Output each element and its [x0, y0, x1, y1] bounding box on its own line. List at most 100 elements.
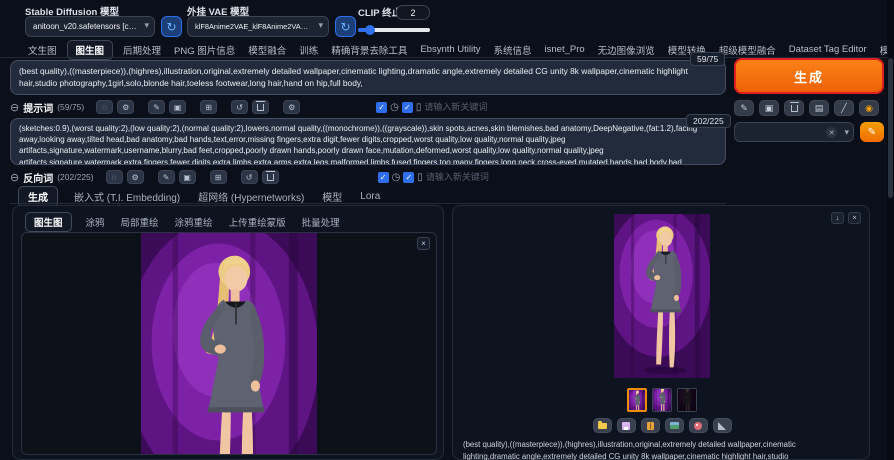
style-palette-button[interactable]: ◉ — [859, 100, 879, 116]
edit-image-button[interactable]: ✎ — [158, 170, 175, 184]
close-icon: × — [852, 215, 856, 222]
tab-train[interactable]: 训练 — [296, 41, 321, 59]
negative-label-counter: (202/225) — [57, 172, 93, 182]
slider-handle[interactable] — [365, 25, 375, 35]
new-keyword-input[interactable] — [426, 172, 521, 182]
clear-prompt-button[interactable] — [784, 100, 804, 116]
read-params-button[interactable]: ✎ — [734, 100, 754, 116]
thumbnail-image — [678, 389, 696, 412]
download-image-button[interactable]: ↓ — [831, 212, 844, 224]
save-preset-button[interactable]: ▣ — [179, 170, 196, 184]
grid-button[interactable]: ⊞ — [210, 170, 227, 184]
save-image-button[interactable] — [617, 418, 636, 433]
grid-button[interactable]: ⊞ — [200, 100, 217, 114]
copy-button[interactable]: ◌ — [96, 100, 113, 114]
tab-png-info[interactable]: PNG 图片信息 — [171, 41, 238, 59]
style-select[interactable]: ✕ ▾ — [734, 122, 854, 142]
vae-select[interactable]: klF8Anime2VAE_klF8Anime2VAE.safetensors … — [187, 16, 329, 37]
palette-icon: ◉ — [865, 103, 873, 114]
save-icon — [622, 422, 630, 430]
brush-button[interactable]: ╱ — [834, 100, 854, 116]
page-scrollbar[interactable] — [887, 0, 894, 460]
new-keyword-input[interactable] — [424, 102, 519, 112]
source-image-dropzone[interactable]: × — [21, 232, 437, 455]
img2img-mode-tabs: 图生图 涂鸦 局部重绘 涂鸦重绘 上传重绘蒙版 批量处理 — [25, 212, 342, 232]
scrollbar-thumb[interactable] — [888, 58, 893, 198]
undo-button[interactable]: ↺ — [231, 100, 248, 114]
card-icon[interactable]: ▯ — [416, 102, 422, 113]
extra-networks-button[interactable]: ▣ — [759, 100, 779, 116]
tab-inpaint[interactable]: 局部重绘 — [119, 213, 161, 231]
inner-tab-divider — [10, 203, 726, 204]
gallery-thumbnail-3[interactable] — [677, 388, 697, 412]
prompt-label: 提示词 — [23, 100, 53, 115]
tab-super-merger[interactable]: 超级模型融合 — [716, 41, 779, 59]
settings-button[interactable]: ⚙ — [117, 100, 134, 114]
tab-isnet-pro[interactable]: isnet_Pro — [542, 42, 588, 57]
clip-skip-value[interactable]: 2 — [396, 5, 430, 20]
clear-prompt-button[interactable] — [262, 170, 279, 184]
check-icon: ✓ — [380, 173, 387, 182]
apply-style-button[interactable]: ✎ — [860, 122, 884, 142]
tab-system-info[interactable]: 系统信息 — [491, 41, 535, 59]
tab-inpaint-sketch[interactable]: 涂鸦重绘 — [173, 213, 215, 231]
collapse-icon[interactable]: ⊖ — [10, 101, 19, 114]
clock-icon[interactable]: ◷ — [390, 102, 399, 113]
ruler-icon — [718, 422, 726, 430]
download-icon: ↓ — [836, 215, 840, 222]
keyword-checkbox-2[interactable]: ✓ — [402, 102, 413, 113]
keyword-checkbox-2[interactable]: ✓ — [403, 172, 414, 183]
edit-image-button[interactable]: ✎ — [148, 100, 165, 114]
generation-info-text: (best quality),((masterpiece)),(highres)… — [463, 439, 853, 460]
grid-icon: ⊞ — [205, 103, 212, 112]
result-image[interactable] — [614, 214, 710, 378]
tab-lora[interactable]: Lora — [358, 189, 382, 204]
send-to-inpaint-button[interactable] — [689, 418, 708, 433]
tab-batch[interactable]: 批量处理 — [300, 213, 342, 231]
copy-button[interactable]: ◌ — [106, 170, 123, 184]
close-gallery-button[interactable]: × — [848, 212, 861, 224]
tab-extras[interactable]: 后期处理 — [120, 41, 164, 59]
open-folder-button[interactable] — [593, 418, 612, 433]
trash-icon — [267, 174, 274, 181]
tab-dataset-tag-editor[interactable]: Dataset Tag Editor — [786, 42, 870, 57]
chevron-down-icon: ▾ — [318, 20, 323, 31]
tab-img2img-mode[interactable]: 图生图 — [25, 212, 72, 232]
tab-checkpoint-merger[interactable]: 模型融合 — [245, 41, 289, 59]
negative-prompt-input[interactable]: (sketches:0.9),(worst quality:2),(low qu… — [10, 118, 726, 165]
paste-params-button[interactable]: ▤ — [809, 100, 829, 116]
collapse-icon[interactable]: ⊖ — [10, 171, 19, 184]
send-to-extras-button[interactable] — [713, 418, 732, 433]
prompt-input[interactable]: (best quality),((masterpiece)),(highres)… — [10, 60, 726, 95]
send-to-img2img-button[interactable] — [665, 418, 684, 433]
keyword-checkbox-1[interactable]: ✓ — [376, 102, 387, 113]
prompt-settings-button[interactable]: ⚙ — [283, 100, 300, 114]
prompt-toolbar: ⊖ 提示词 (59/75) ◌ ⚙ ✎ ▣ ⊞ ↺ ⚙ ✓ ◷ ✓ ▯ — [10, 98, 726, 116]
tab-bg-remove[interactable]: 精确背景去除工具 — [328, 41, 410, 59]
sd-model-refresh-button[interactable]: ↻ — [161, 16, 182, 37]
vae-refresh-button[interactable]: ↻ — [335, 16, 356, 37]
keyword-checkbox-1[interactable]: ✓ — [378, 172, 389, 183]
gallery-thumbnail-2[interactable] — [652, 388, 672, 412]
clear-icon[interactable]: ✕ — [826, 127, 837, 138]
sd-model-value: anitoon_v20.safetensors [c81ac65de7] — [33, 22, 138, 31]
brush-icon: ╱ — [841, 103, 846, 114]
tab-ebsynth[interactable]: Ebsynth Utility — [417, 42, 483, 57]
save-preset-button[interactable]: ▣ — [169, 100, 186, 114]
tab-infinite-browser[interactable]: 无边图像浏览 — [595, 41, 658, 59]
clock-icon[interactable]: ◷ — [392, 172, 401, 183]
sd-model-select[interactable]: anitoon_v20.safetensors [c81ac65de7] ▾ — [25, 16, 155, 37]
gallery-thumbnails — [453, 388, 871, 412]
tab-inpaint-upload[interactable]: 上传重绘蒙版 — [227, 213, 288, 231]
generate-button[interactable]: 生成 — [734, 58, 884, 94]
card-icon[interactable]: ▯ — [417, 172, 423, 183]
settings-button[interactable]: ⚙ — [127, 170, 144, 184]
remove-image-button[interactable]: × — [417, 237, 430, 250]
undo-button[interactable]: ↺ — [241, 170, 258, 184]
tab-sketch[interactable]: 涂鸦 — [84, 213, 107, 231]
gallery-thumbnail-1[interactable] — [627, 388, 647, 412]
save-zip-button[interactable] — [641, 418, 660, 433]
clear-prompt-button[interactable] — [252, 100, 269, 114]
tab-txt2img[interactable]: 文生图 — [25, 41, 60, 59]
clip-skip-slider[interactable] — [358, 28, 430, 32]
